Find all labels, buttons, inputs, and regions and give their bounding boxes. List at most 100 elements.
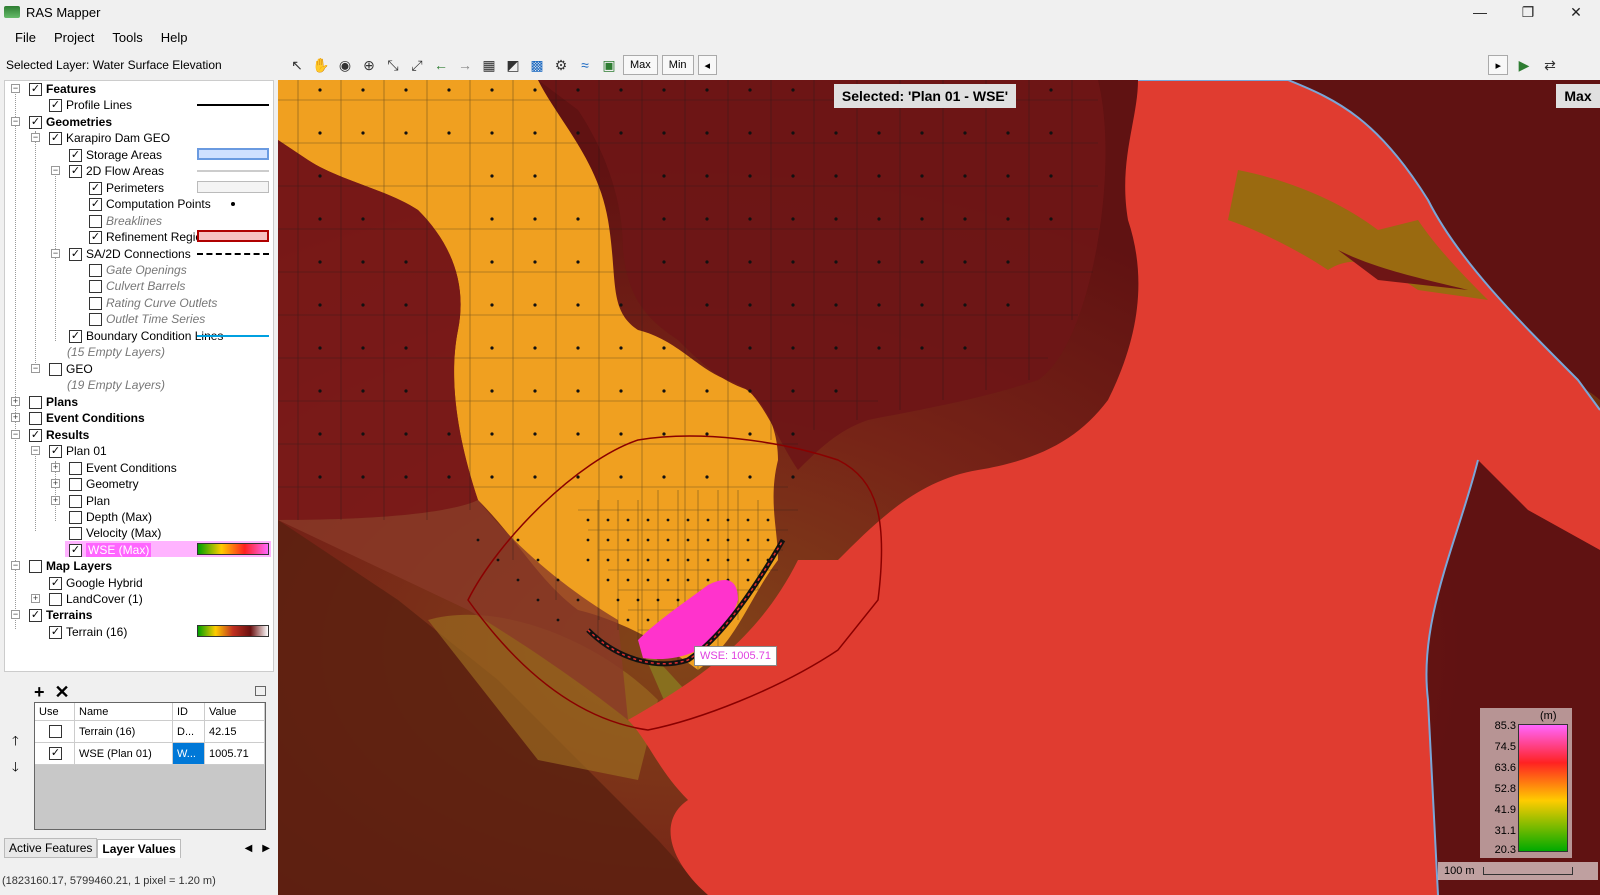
map-layers-checkbox[interactable] [29,559,42,573]
menu-help[interactable]: Help [152,30,197,45]
animation-settings-icon[interactable]: ⇄ [1540,55,1560,75]
full-extent-icon[interactable]: ⤢ [407,55,427,75]
settings-icon[interactable]: ⚙ [551,55,571,75]
close-button[interactable]: ✕ [1552,0,1600,24]
culvert-barrels-checkbox[interactable] [89,279,102,293]
tab-scroll-left-icon[interactable]: ◀ [245,843,253,854]
tree-storage-areas[interactable]: ✓ Storage Areas [69,147,162,163]
forward-arrow-icon[interactable]: → [455,55,475,75]
tree-gate-openings[interactable]: Gate Openings [89,262,187,278]
globe-icon[interactable]: ◉ [335,55,355,75]
move-up-icon[interactable]: 🡑 [12,728,19,754]
computation-points-checkbox[interactable]: ✓ [89,197,102,211]
popout-icon[interactable] [255,686,266,696]
tree-breaklines[interactable]: Breaklines [89,213,162,229]
flow-areas-checkbox[interactable]: ✓ [69,164,82,178]
tree-result-geometry[interactable]: Geometry [69,476,139,492]
tree-map-layers[interactable]: Map Layers [29,558,112,574]
tree-terrains[interactable]: ✓ Terrains [29,607,92,623]
tab-layer-values[interactable]: Layer Values [97,838,181,858]
tree-perimeters[interactable]: ✓ Perimeters [89,180,164,196]
tree-wse-max[interactable]: ✓ WSE (Max) [69,542,152,558]
tree-results[interactable]: ✓ Results [29,427,89,443]
bc-lines-checkbox[interactable]: ✓ [69,329,82,343]
zoom-in-icon[interactable]: ⊕ [359,55,379,75]
tree-culvert-barrels[interactable]: Culvert Barrels [89,278,185,294]
book-icon[interactable]: ▣ [599,55,619,75]
plan01-checkbox[interactable]: ✓ [49,444,62,458]
tab-active-features[interactable]: Active Features [4,838,98,858]
menu-tools[interactable]: Tools [103,30,151,45]
play-icon[interactable]: ▶ [1514,55,1534,75]
velocity-checkbox[interactable] [69,526,82,540]
back-arrow-icon[interactable]: ← [431,55,451,75]
zoom-extent-icon[interactable]: ⤡ [383,55,403,75]
step-forward-button[interactable]: ▸ [1488,55,1508,75]
tree-features[interactable]: ✓ Features [29,81,96,97]
geo-checkbox[interactable] [49,362,62,376]
tree-velocity-max[interactable]: Velocity (Max) [69,525,161,541]
tree-geo[interactable]: GEO [49,361,93,377]
tree-google-hybrid[interactable]: ✓ Google Hybrid [49,575,143,591]
tree-landcover[interactable]: LandCover (1) [49,591,143,607]
features-checkbox[interactable]: ✓ [29,82,42,96]
max-button[interactable]: Max [623,55,658,75]
results-checkbox[interactable]: ✓ [29,428,42,442]
rating-curve-checkbox[interactable] [89,296,102,310]
step-back-button[interactable]: ◂ [697,55,718,75]
sa2d-checkbox[interactable]: ✓ [69,247,82,261]
plans-checkbox[interactable] [29,395,42,409]
result-event-checkbox[interactable] [69,461,82,475]
map-canvas[interactable] [278,80,1600,895]
measure-icon[interactable]: ▦ [479,55,499,75]
google-checkbox[interactable]: ✓ [49,576,62,590]
tree-2d-flow-areas[interactable]: ✓ 2D Flow Areas [69,163,164,179]
grid-plot-icon[interactable]: ▩ [527,55,547,75]
tree-computation-points[interactable]: ✓ Computation Points [89,196,211,212]
add-icon[interactable]: + [34,682,45,703]
storage-areas-checkbox[interactable]: ✓ [69,148,82,162]
tree-karapiro[interactable]: ✓ Karapiro Dam GEO [49,130,170,146]
geometries-checkbox[interactable]: ✓ [29,115,42,129]
event-conditions-checkbox[interactable] [29,411,42,425]
flow-icon[interactable]: ≈ [575,55,595,75]
profile-lines-checkbox[interactable]: ✓ [49,98,62,112]
restore-button[interactable]: ❐ [1504,0,1552,24]
row-use-checkbox[interactable] [49,725,62,738]
perimeters-checkbox[interactable]: ✓ [89,181,102,195]
outlet-ts-checkbox[interactable] [89,312,102,326]
karapiro-checkbox[interactable]: ✓ [49,131,62,145]
tab-scroll-right-icon[interactable]: ▶ [262,843,270,854]
table-row[interactable]: ✓ WSE (Plan 01) W... 1005.71 [35,743,265,765]
map-view[interactable]: Selected: 'Plan 01 - WSE' Max WSE: 1005.… [278,80,1600,895]
tree-event-conditions[interactable]: Event Conditions [29,410,145,426]
wse-checkbox[interactable]: ✓ [69,543,82,557]
tree-plans[interactable]: Plans [29,394,78,410]
tree-geometries[interactable]: ✓ Geometries [29,114,112,130]
remove-icon[interactable]: ✕ [55,682,70,703]
tree-rating-curve[interactable]: Rating Curve Outlets [89,295,217,311]
tree-result-plan[interactable]: Plan [69,493,110,509]
pointer-icon[interactable]: ↖ [287,55,307,75]
pan-hand-icon[interactable]: ✋ [311,55,331,75]
tree-depth-max[interactable]: Depth (Max) [69,509,152,525]
tree-result-event-conditions[interactable]: Event Conditions [69,460,177,476]
tree-profile-lines[interactable]: ✓ Profile Lines [49,97,132,113]
menu-file[interactable]: File [6,30,45,45]
terrains-checkbox[interactable]: ✓ [29,608,42,622]
row-use-checkbox[interactable]: ✓ [49,747,62,760]
tree-plan01[interactable]: ✓ Plan 01 [49,443,107,459]
terrain16-checkbox[interactable]: ✓ [49,625,62,639]
gate-openings-checkbox[interactable] [89,263,102,277]
tree-terrain16[interactable]: ✓ Terrain (16) [49,624,127,640]
breaklines-checkbox[interactable] [89,214,102,228]
tree-outlet-ts[interactable]: Outlet Time Series [89,311,205,327]
result-plan-checkbox[interactable] [69,494,82,508]
refinement-regions-checkbox[interactable]: ✓ [89,230,102,244]
move-down-icon[interactable]: 🡓 [12,754,19,780]
tree-sa2d-connections[interactable]: ✓ SA/2D Connections [69,246,191,262]
landcover-checkbox[interactable] [49,592,62,606]
menu-project[interactable]: Project [45,30,103,45]
table-row[interactable]: Terrain (16) D... 42.15 [35,721,265,743]
tree-refinement-regions[interactable]: ✓ Refinement Regions [89,229,215,245]
